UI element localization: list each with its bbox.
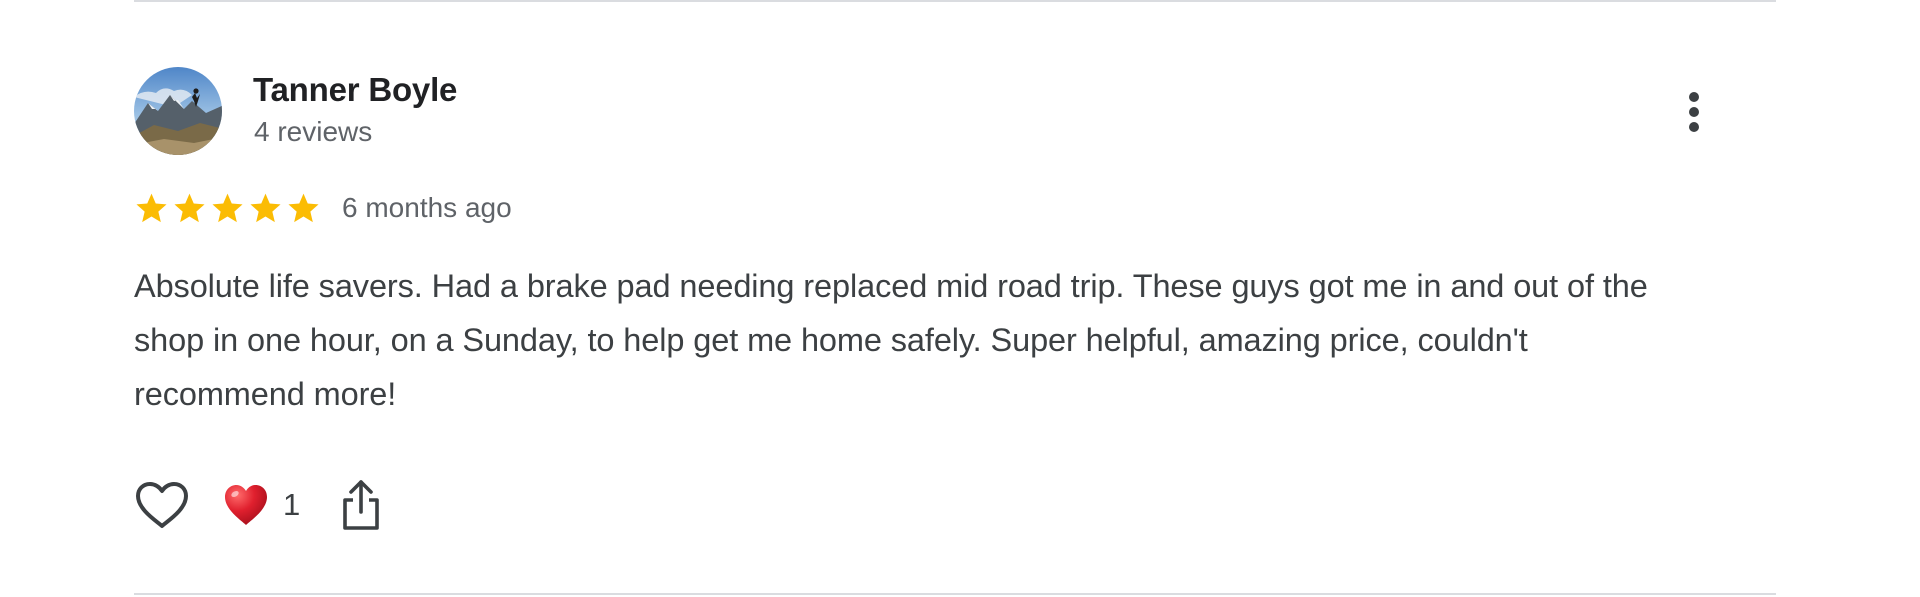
- more-options-icon[interactable]: [1674, 85, 1714, 139]
- star-icon: [174, 193, 205, 222]
- review-text: Absolute life savers. Had a brake pad ne…: [134, 268, 1648, 412]
- avatar-photo: [134, 67, 222, 155]
- author-review-count[interactable]: 4 reviews: [254, 116, 372, 148]
- red-heart-icon: [225, 485, 267, 525]
- bottom-divider: [134, 593, 1776, 595]
- reaction-count: 1: [283, 487, 301, 522]
- avatar[interactable]: [134, 67, 222, 155]
- review-actions: 1: [134, 477, 382, 533]
- heart-outline-icon[interactable]: [134, 480, 190, 530]
- author-name[interactable]: Tanner Boyle: [253, 71, 457, 109]
- rating-row: 6 months ago: [134, 188, 512, 228]
- top-divider: [134, 0, 1776, 2]
- star-icon: [250, 193, 281, 222]
- star-rating: [134, 191, 321, 226]
- review-date: 6 months ago: [342, 192, 512, 223]
- menu-dot: [1689, 122, 1699, 132]
- star-icon: [136, 193, 167, 222]
- reaction-count-button[interactable]: 1: [223, 483, 300, 527]
- share-icon[interactable]: [340, 478, 382, 532]
- star-icon: [288, 193, 319, 222]
- menu-dot: [1689, 92, 1699, 102]
- star-icon: [212, 193, 243, 222]
- menu-dot: [1689, 107, 1699, 117]
